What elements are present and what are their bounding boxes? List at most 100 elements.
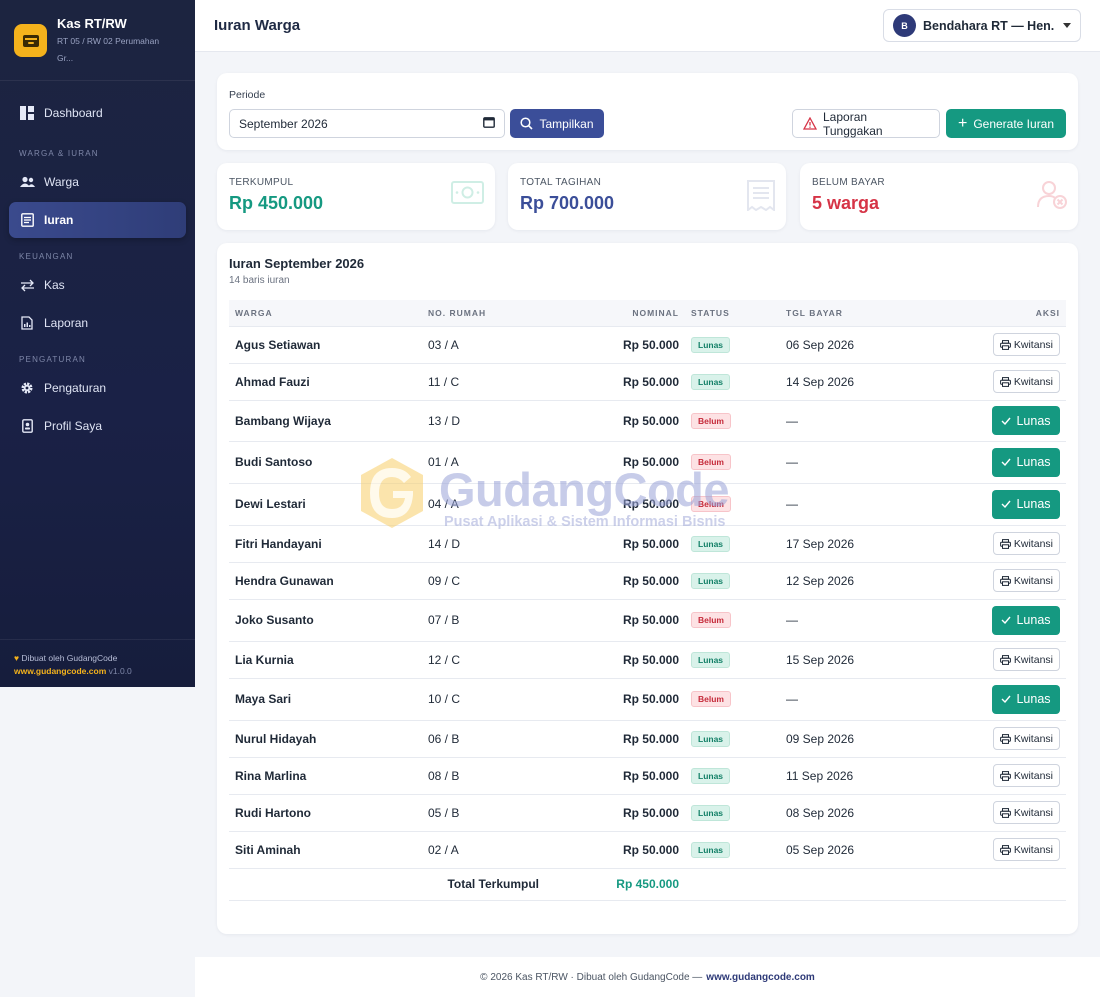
col-header-rumah: NO. RUMAH	[422, 300, 539, 327]
cell-aksi: Lunas	[920, 678, 1066, 721]
kwitansi-label: Kwitansi	[1013, 338, 1053, 351]
cell-tgl-bayar: —	[780, 400, 920, 442]
plus-icon: +	[957, 114, 968, 132]
mark-lunas-button[interactable]: Lunas	[992, 447, 1060, 477]
kwitansi-label: Kwitansi	[1013, 574, 1053, 587]
cell-status: Lunas	[685, 720, 780, 758]
mark-lunas-label: Lunas	[1016, 613, 1051, 627]
periode-value: September 2026	[239, 116, 328, 131]
sidebar-item-label: Warga	[44, 175, 79, 189]
stat-label: TOTAL TAGIHAN	[520, 177, 602, 188]
col-header-warga: WARGA	[229, 300, 422, 327]
sidebar-item-iuran[interactable]: Iuran	[9, 202, 186, 238]
mark-lunas-label: Lunas	[1016, 413, 1051, 428]
cell-tgl-bayar: —	[780, 599, 920, 642]
cell-tgl-bayar: —	[780, 483, 920, 526]
tampilkan-button[interactable]: Tampilkan	[510, 109, 604, 138]
check-icon	[1001, 458, 1012, 466]
status-badge: Lunas	[691, 767, 731, 784]
cell-aksi: Kwitansi	[920, 757, 1066, 795]
total-value: Rp 450.000	[539, 868, 685, 901]
brand-title: Kas RT/RW	[57, 16, 127, 31]
cell-nominal: Rp 50.000	[539, 363, 685, 401]
stat-terkumpul: TERKUMPUL Rp 450.000	[217, 163, 495, 230]
status-badge: Lunas	[691, 841, 731, 858]
kwitansi-button[interactable]: Kwitansi	[992, 532, 1060, 555]
kwitansi-label: Kwitansi	[1013, 769, 1053, 782]
sidebar-item-label: Kas	[44, 278, 65, 292]
check-icon	[1001, 616, 1012, 624]
generate-iuran-button[interactable]: + Generate Iuran	[946, 109, 1066, 138]
sidebar-item-label: Dashboard	[44, 106, 103, 120]
tampilkan-label: Tampilkan	[539, 116, 594, 131]
sidebar-item-laporan[interactable]: Laporan	[9, 305, 186, 341]
table-subtitle: 14 baris iuran	[229, 275, 290, 286]
cell-status: Lunas	[685, 831, 780, 869]
cell-nominal: Rp 50.000	[539, 525, 685, 563]
cell-status: Lunas	[685, 525, 780, 563]
cell-rumah: 07 / B	[422, 599, 539, 642]
cell-rumah: 01 / A	[422, 441, 539, 484]
cell-tgl-bayar: 05 Sep 2026	[780, 831, 920, 869]
cell-tgl-bayar: 17 Sep 2026	[780, 525, 920, 563]
table-row: Fitri Handayani 14 / D Rp 50.000 Lunas 17 Se…	[229, 525, 1066, 563]
sidebar-item-profil[interactable]: Profil Saya	[9, 408, 186, 444]
cell-status: Belum	[685, 441, 780, 484]
col-header-status: STATUS	[685, 300, 780, 327]
cell-warga: Bambang Wijaya	[229, 400, 422, 442]
kwitansi-button[interactable]: Kwitansi	[992, 333, 1060, 356]
cell-rumah: 05 / B	[422, 794, 539, 832]
cell-nominal: Rp 50.000	[539, 441, 685, 484]
total-label: Total Terkumpul	[229, 868, 539, 901]
kwitansi-button[interactable]: Kwitansi	[992, 764, 1060, 787]
footer-link[interactable]: www.gudangcode.com	[706, 972, 815, 983]
periode-month-input[interactable]: September 2026	[229, 109, 505, 138]
cell-aksi: Lunas	[920, 441, 1066, 484]
printer-icon	[999, 538, 1011, 549]
gudangcode-link[interactable]: www.gudangcode.com	[14, 666, 106, 676]
heart-icon: ♥	[14, 653, 20, 663]
user-menu-button[interactable]: B Bendahara RT — Hen...	[883, 9, 1081, 42]
laporan-tunggakan-button[interactable]: Laporan Tunggakan	[792, 109, 940, 138]
status-badge: Lunas	[691, 730, 731, 747]
invoice-icon	[747, 180, 775, 216]
status-badge: Lunas	[691, 572, 731, 589]
check-icon	[1001, 500, 1012, 508]
check-icon	[1001, 417, 1012, 425]
status-badge: Lunas	[691, 651, 731, 668]
cell-rumah: 04 / A	[422, 483, 539, 526]
table-row: Ahmad Fauzi 11 / C Rp 50.000 Lunas 14 Sep 20…	[229, 363, 1066, 401]
top-header: Iuran Warga B Bendahara RT — Hen...	[195, 0, 1100, 52]
cell-warga: Joko Susanto	[229, 599, 422, 642]
kwitansi-button[interactable]: Kwitansi	[992, 801, 1060, 824]
gear-icon	[19, 380, 35, 396]
mark-lunas-button[interactable]: Lunas	[992, 605, 1060, 635]
kwitansi-button[interactable]: Kwitansi	[992, 727, 1060, 750]
kwitansi-button[interactable]: Kwitansi	[992, 838, 1060, 861]
cell-aksi: Lunas	[920, 483, 1066, 526]
kwitansi-label: Kwitansi	[1013, 732, 1053, 745]
cell-rumah: 10 / C	[422, 678, 539, 721]
kwitansi-button[interactable]: Kwitansi	[992, 569, 1060, 592]
kwitansi-button[interactable]: Kwitansi	[992, 370, 1060, 393]
table-row: Hendra Gunawan 09 / C Rp 50.000 Lunas 12 Sep…	[229, 562, 1066, 600]
mark-lunas-button[interactable]: Lunas	[992, 489, 1060, 519]
sidebar-item-dashboard[interactable]: Dashboard	[9, 95, 186, 131]
kwitansi-label: Kwitansi	[1013, 843, 1053, 856]
kwitansi-button[interactable]: Kwitansi	[992, 648, 1060, 671]
cell-rumah: 02 / A	[422, 831, 539, 869]
sidebar-item-kas[interactable]: Kas	[9, 267, 186, 303]
mark-lunas-button[interactable]: Lunas	[992, 406, 1060, 435]
cash-icon	[451, 180, 484, 210]
calendar-icon[interactable]	[483, 116, 495, 131]
brand-subtitle: RT 05 / RW 02 Perumahan Gr...	[57, 36, 160, 63]
warning-icon	[803, 117, 817, 130]
cell-tgl-bayar: 06 Sep 2026	[780, 326, 920, 364]
sidebar-item-warga[interactable]: Warga	[9, 164, 186, 200]
mark-lunas-button[interactable]: Lunas	[992, 684, 1060, 714]
sidebar-item-pengaturan[interactable]: Pengaturan	[9, 370, 186, 406]
cell-tgl-bayar: 12 Sep 2026	[780, 562, 920, 600]
sidebar-item-label: Profil Saya	[44, 419, 103, 433]
cell-rumah: 12 / C	[422, 641, 539, 679]
status-badge: Lunas	[691, 336, 731, 353]
